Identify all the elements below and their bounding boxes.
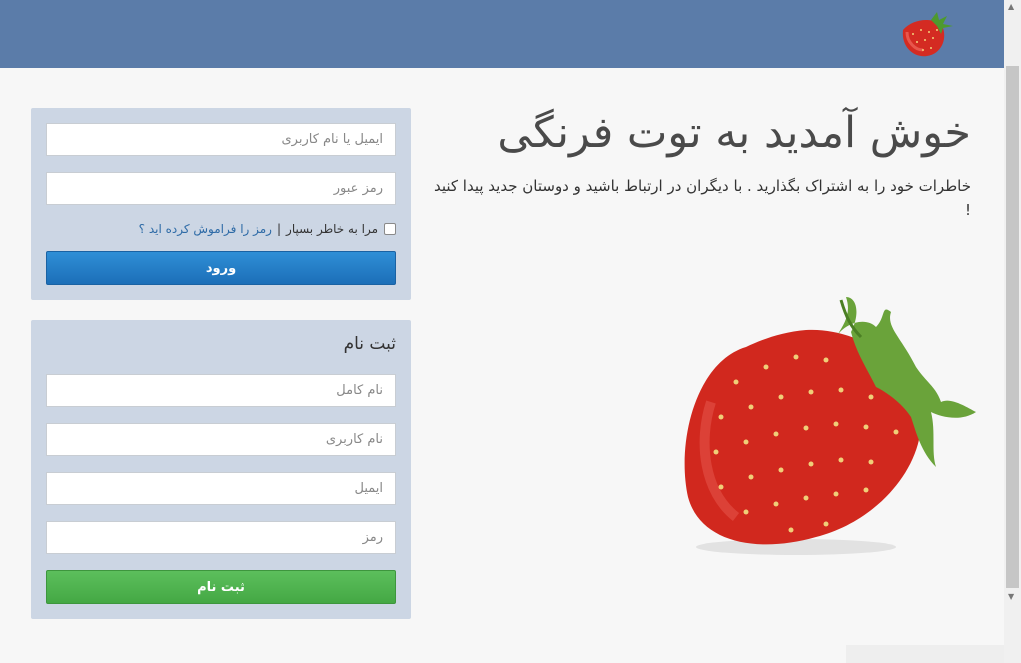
signup-panel: ثبت نام ثبت نام (31, 320, 411, 619)
signup-button[interactable]: ثبت نام (46, 570, 396, 604)
signup-title: ثبت نام (343, 334, 396, 354)
password-input[interactable] (46, 172, 396, 205)
signup-password-input[interactable] (46, 521, 396, 554)
welcome-subtitle: خاطرات خود را به اشتراک بگذارید . با دیگ… (433, 177, 971, 219)
remember-row: مرا به خاطر بسپار | رمز را فراموش کرده ا… (139, 222, 396, 236)
top-navbar (0, 0, 1004, 68)
signup-username-input[interactable] (46, 423, 396, 456)
login-panel: مرا به خاطر بسپار | رمز را فراموش کرده ا… (31, 108, 411, 300)
login-button[interactable]: ورود (46, 251, 396, 285)
remember-me-label[interactable]: مرا به خاطر بسپار (286, 222, 378, 236)
forgot-password-link[interactable]: رمز را فراموش کرده اید ؟ (139, 222, 272, 236)
vertical-scrollbar[interactable]: ▲ ▼ (1004, 0, 1021, 663)
username-email-input[interactable] (46, 123, 396, 156)
full-name-input[interactable] (46, 374, 396, 407)
welcome-title: خوش آمدید به توت فرنگی (497, 108, 971, 158)
remember-me-checkbox[interactable] (384, 223, 396, 235)
scroll-thumb[interactable] (1006, 66, 1019, 588)
scroll-down-arrow-icon[interactable]: ▼ (1008, 592, 1014, 601)
email-input[interactable] (46, 472, 396, 505)
separator: | (276, 222, 282, 236)
scroll-up-arrow-icon[interactable]: ▲ (1008, 2, 1014, 11)
strawberry-illustration (684, 297, 976, 555)
strawberry-logo-icon[interactable] (895, 8, 957, 62)
watermark (846, 645, 1004, 663)
